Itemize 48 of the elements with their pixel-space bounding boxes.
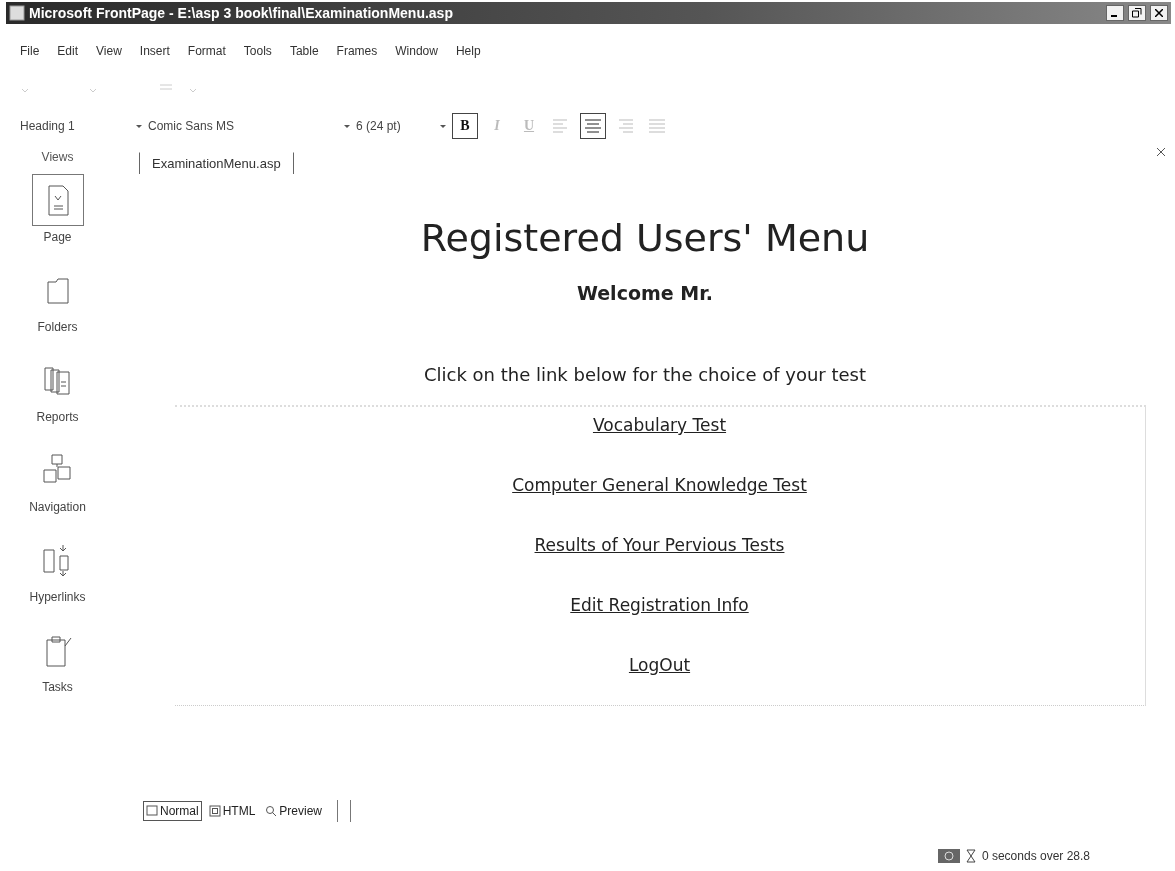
close-icon [1155, 9, 1163, 17]
app-icon [9, 5, 25, 21]
sidebar-view-button[interactable]: Tasks [31, 624, 84, 714]
download-time: 0 seconds over 28.8 [981, 849, 1090, 863]
connection-icon [937, 849, 960, 863]
sidebar-view-button[interactable]: Navigation [29, 444, 86, 534]
menu-item[interactable]: Help [455, 44, 481, 58]
caret-icon [136, 124, 142, 128]
menu-item[interactable]: File [20, 44, 40, 58]
font-dropdown[interactable]: Comic Sans MS [148, 119, 338, 133]
menu-item[interactable]: Insert [139, 44, 170, 58]
menu-item[interactable]: Window [395, 44, 438, 58]
window-title: Microsoft FrontPage - E:\asp 3 book\final\ExaminationMenu.asp [29, 5, 454, 21]
close-icon[interactable] [1157, 148, 1165, 156]
style-dropdown[interactable]: Heading 1 [20, 119, 130, 133]
sidebar-view-button[interactable]: Hyperlinks [29, 534, 86, 624]
menu-item[interactable]: Format [187, 44, 226, 58]
restore-icon [1132, 8, 1142, 18]
close-button[interactable] [1150, 5, 1168, 21]
menu-item[interactable]: Frames [336, 44, 378, 58]
code-view-icon [208, 805, 221, 817]
restore-button[interactable] [1128, 5, 1146, 21]
document-tab[interactable]: ExaminationMenu.asp [139, 152, 294, 174]
menu-item[interactable]: Tools [243, 44, 272, 58]
caret-icon [440, 124, 446, 128]
instruction-text: Click on the link below for the choice of your test [423, 364, 867, 385]
view-tab[interactable]: Normal [143, 801, 202, 821]
align-center-button[interactable] [580, 113, 606, 139]
menu-link[interactable]: Computer General Knowledge Test [512, 475, 807, 495]
menu-link[interactable]: Edit Registration Info [570, 595, 749, 615]
page-view-icon [146, 805, 158, 817]
caret-icon [344, 124, 350, 128]
welcome-text: Welcome Mr. [576, 282, 714, 304]
size-dropdown[interactable]: 6 (24 pt) [356, 119, 434, 133]
menu-item[interactable]: Table [289, 44, 319, 58]
bold-button[interactable]: B [452, 113, 478, 139]
sidebar-view-button[interactable]: Folders [31, 264, 84, 354]
page-heading: Registered Users' Menu [420, 216, 870, 260]
menu-item[interactable]: View [96, 44, 122, 58]
minimize-button[interactable] [1106, 5, 1124, 21]
menu-item[interactable]: Edit [57, 44, 79, 58]
menu-link[interactable]: Vocabulary Test [592, 415, 727, 435]
views-label: Views [41, 150, 74, 164]
magnifier-icon [265, 805, 278, 817]
sidebar-view-button[interactable]: Reports [31, 354, 84, 444]
menu-link[interactable]: Results of Your Pervious Tests [534, 535, 785, 555]
hourglass-icon [965, 849, 976, 863]
menu-link[interactable]: LogOut [628, 655, 691, 675]
